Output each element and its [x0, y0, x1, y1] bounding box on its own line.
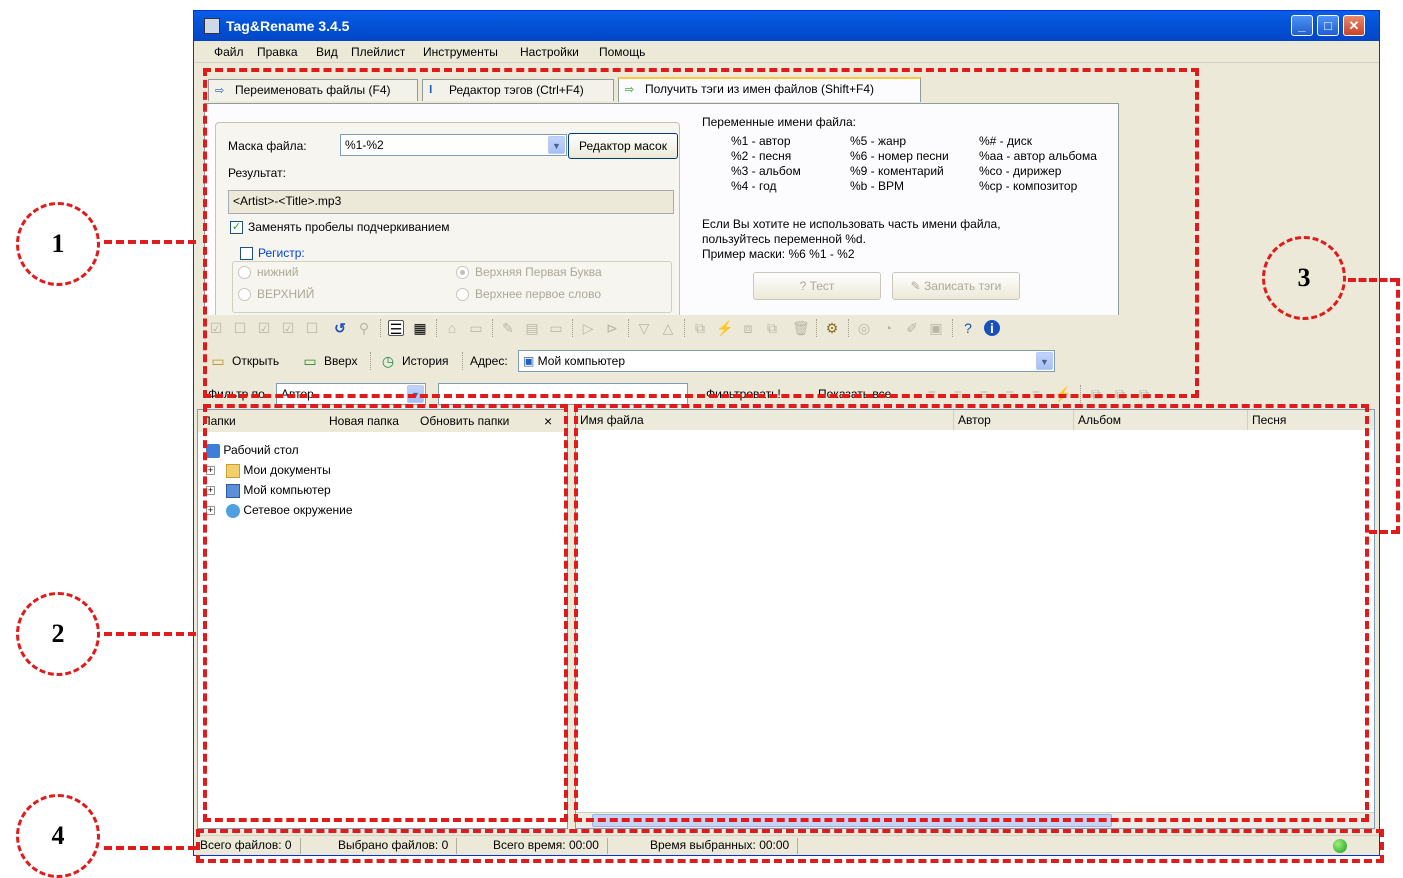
annotation-marker-2: 2	[16, 592, 100, 676]
annotation-region-1	[203, 68, 1199, 398]
window-title: Tag&Rename 3.4.5	[226, 18, 350, 34]
menu-edit[interactable]: Правка	[257, 45, 298, 59]
annotation-marker-3: 3	[1262, 236, 1346, 320]
annotation-region-4	[196, 829, 1384, 863]
annotation-marker-1: 1	[16, 202, 100, 286]
annotation-leader-1	[104, 240, 196, 244]
menu-tools[interactable]: Инструменты	[423, 45, 498, 59]
annotation-leader-3-vertical	[1396, 278, 1400, 534]
annotation-leader-2	[104, 632, 196, 636]
annotation-region-2	[203, 404, 568, 822]
annotation-leader-4	[104, 846, 196, 850]
menu-settings[interactable]: Настройки	[520, 45, 579, 59]
title-bar[interactable]: Tag&Rename 3.4.5 _ □ ✕	[194, 11, 1379, 41]
menu-playlist[interactable]: Плейлист	[351, 45, 405, 59]
app-icon	[204, 18, 220, 34]
annotation-marker-4: 4	[16, 794, 100, 878]
maximize-button[interactable]: □	[1317, 15, 1339, 36]
minimize-button[interactable]: _	[1291, 15, 1313, 36]
annotation-region-3	[574, 404, 1369, 822]
menu-file[interactable]: Файл	[214, 45, 244, 59]
annotation-leader-3-bottom	[1369, 530, 1399, 534]
close-button[interactable]: ✕	[1343, 15, 1365, 36]
menu-bar: Файл Правка Вид Плейлист Инструменты Нас…	[194, 41, 1379, 63]
annotation-leader-3	[1348, 278, 1398, 282]
menu-view[interactable]: Вид	[316, 45, 338, 59]
menu-help[interactable]: Помощь	[599, 45, 645, 59]
